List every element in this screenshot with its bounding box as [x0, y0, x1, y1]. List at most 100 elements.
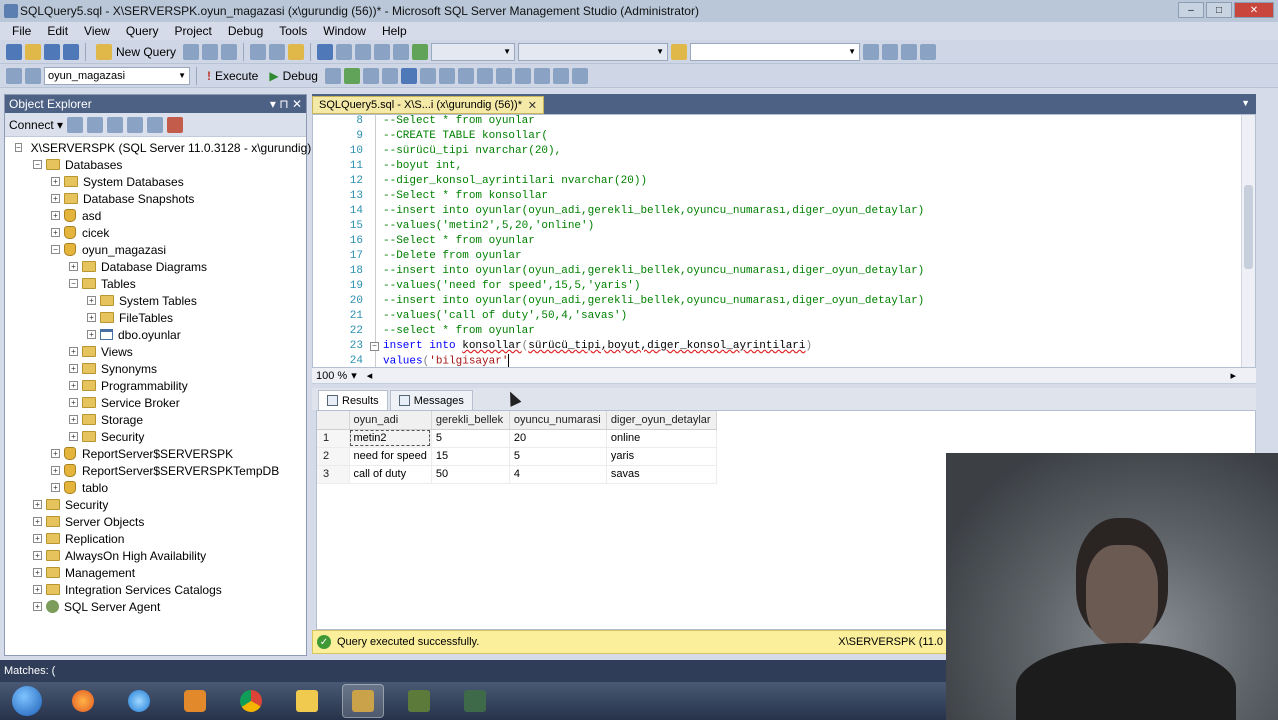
execute-button[interactable]: ! Execute [203, 69, 262, 83]
filter-icon[interactable] [127, 116, 144, 133]
redo-icon[interactable] [336, 43, 353, 60]
code-line[interactable]: 18 --insert into oyunlar(oyun_adi,gerekli… [313, 264, 1243, 279]
tree-node[interactable]: + FileTables [5, 309, 306, 326]
scroll-thumb[interactable] [1244, 185, 1253, 269]
refresh-icon[interactable] [147, 116, 164, 133]
table-cell[interactable]: 4 [509, 465, 607, 484]
connect-dropdown[interactable]: Connect ▾ [9, 118, 63, 132]
tree-node[interactable]: + Replication [5, 530, 306, 547]
database-selector[interactable]: oyun_magazasi ▼ [44, 66, 190, 85]
table-cell[interactable]: need for speed [349, 447, 432, 466]
tree-node[interactable]: + cicek [5, 224, 306, 241]
find-in-files-icon[interactable] [671, 43, 688, 60]
panel-controls[interactable]: ▾ ⊓ ✕ [270, 97, 302, 111]
row-number[interactable]: 1 [317, 429, 350, 448]
fold-collapse-icon[interactable]: − [370, 342, 379, 351]
copy-icon[interactable] [269, 43, 286, 60]
close-button[interactable]: ✕ [1234, 2, 1274, 18]
specify-values-icon[interactable] [571, 67, 588, 84]
collapse-icon[interactable]: − [15, 143, 22, 152]
table-cell[interactable]: metin2 [349, 429, 432, 448]
solution-platform-dropdown[interactable]: ▼ [518, 42, 669, 61]
undo-icon[interactable] [317, 43, 334, 60]
cancel-query-icon[interactable] [324, 67, 341, 84]
query-designer-icon[interactable] [381, 67, 398, 84]
table-cell[interactable]: call of duty [349, 465, 432, 484]
tree-node[interactable]: + ReportServer$SERVERSPKTempDB [5, 462, 306, 479]
disconnect-icon[interactable] [87, 116, 104, 133]
template-explorer-icon[interactable] [901, 43, 918, 60]
tree-node[interactable]: − oyun_magazasi [5, 241, 306, 258]
tree-node[interactable]: + Server Objects [5, 513, 306, 530]
increase-indent-icon[interactable] [552, 67, 569, 84]
expand-icon[interactable]: + [51, 449, 60, 458]
expand-icon[interactable]: + [69, 262, 78, 271]
query-type-icon[interactable] [183, 43, 200, 60]
code-line[interactable]: 16 --Select * from oyunlar [313, 234, 1243, 249]
scroll-left-icon[interactable]: ◂ [367, 369, 373, 382]
collapse-icon[interactable]: − [51, 245, 60, 254]
scroll-right-icon[interactable]: ▸ [1230, 369, 1236, 382]
include-plan-icon[interactable] [476, 67, 493, 84]
table-cell[interactable]: 5 [509, 447, 607, 466]
menu-tools[interactable]: Tools [271, 24, 315, 38]
parse-icon[interactable] [343, 67, 360, 84]
menu-file[interactable]: File [4, 24, 39, 38]
collapse-icon[interactable]: − [69, 279, 78, 288]
table-cell[interactable]: 20 [509, 429, 607, 448]
menu-help[interactable]: Help [374, 24, 415, 38]
code-line[interactable]: 23− insert into konsollar(sürücü_tipi,boy… [313, 339, 1243, 354]
code-line[interactable]: 19 --values('need for speed',15,5,'yaris'… [313, 279, 1243, 294]
expand-icon[interactable]: + [69, 381, 78, 390]
expand-icon[interactable]: + [87, 330, 96, 339]
new-query-button[interactable]: New Query [92, 43, 180, 60]
solution-icon[interactable] [393, 43, 410, 60]
tree-node[interactable]: + SQL Server Agent [5, 598, 306, 615]
tree-node[interactable]: + Programmability [5, 377, 306, 394]
table-cell[interactable]: online [606, 429, 717, 448]
results-to-file-icon[interactable] [457, 67, 474, 84]
menu-edit[interactable]: Edit [39, 24, 76, 38]
taskbar-media[interactable] [174, 684, 216, 718]
save-icon[interactable] [44, 43, 60, 60]
menu-window[interactable]: Window [315, 24, 374, 38]
table-cell[interactable]: 5 [431, 429, 510, 448]
expand-icon[interactable]: + [87, 296, 96, 305]
tree-node[interactable]: + System Databases [5, 173, 306, 190]
tree-node[interactable]: + Management [5, 564, 306, 581]
menu-project[interactable]: Project [167, 24, 220, 38]
code-line[interactable]: 22 --select * from oyunlar [313, 324, 1243, 339]
uncomment-icon[interactable] [514, 67, 531, 84]
save-all-icon[interactable] [63, 43, 79, 60]
expand-icon[interactable]: + [33, 551, 42, 560]
stop-icon[interactable] [107, 116, 124, 133]
navigate-icon[interactable] [355, 43, 372, 60]
find-dropdown[interactable]: ▼ [690, 42, 861, 61]
tab-results[interactable]: Results [318, 390, 388, 410]
code-line[interactable]: 21 --values('call of duty',50,4,'savas') [313, 309, 1243, 324]
tab-messages[interactable]: Messages [389, 390, 473, 410]
column-header[interactable]: oyun_adi [349, 411, 432, 430]
expand-icon[interactable]: + [33, 517, 42, 526]
column-header[interactable]: diger_oyun_detaylar [606, 411, 717, 430]
connect-server-icon[interactable] [67, 116, 84, 133]
tree-node[interactable]: − Databases [5, 156, 306, 173]
editor-vertical-scrollbar[interactable] [1241, 115, 1255, 367]
taskbar-ssms[interactable] [342, 684, 384, 718]
expand-icon[interactable]: + [51, 466, 60, 475]
code-line[interactable]: 12 --diger_konsol_ayrintilari nvarchar(20… [313, 174, 1243, 189]
expand-icon[interactable]: + [51, 483, 60, 492]
sql-editor[interactable]: 8 --Select * from oyunlar 9 --CREATE TABLE … [312, 114, 1256, 368]
tree-node[interactable]: + asd [5, 207, 306, 224]
menu-debug[interactable]: Debug [220, 24, 271, 38]
tree-node[interactable]: − X\SERVERSPK (SQL Server 11.0.3128 - x\g… [5, 139, 311, 156]
tree-node[interactable]: + Synonyms [5, 360, 306, 377]
tree-node[interactable]: + Storage [5, 411, 306, 428]
code-line[interactable]: 8 --Select * from oyunlar [313, 115, 1243, 129]
expand-icon[interactable]: + [69, 347, 78, 356]
expand-icon[interactable]: + [87, 313, 96, 322]
query-type-icon[interactable] [221, 43, 238, 60]
column-header[interactable]: oyuncu_numarasi [509, 411, 607, 430]
object-explorer-icon[interactable] [882, 43, 899, 60]
open-file-icon[interactable] [25, 43, 41, 60]
